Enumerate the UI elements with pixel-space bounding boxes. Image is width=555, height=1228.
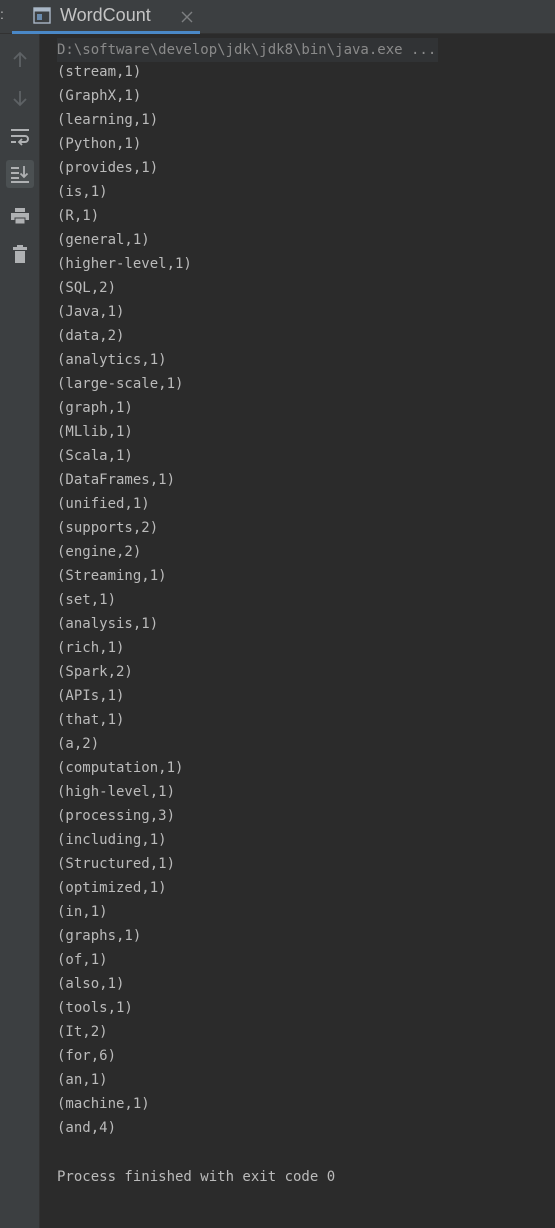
output-line: (MLlib,1) xyxy=(57,424,133,440)
scroll-up-button[interactable] xyxy=(6,46,34,74)
output-line: (learning,1) xyxy=(57,112,159,128)
output-line: (of,1) xyxy=(57,952,108,968)
output-line: (graph,1) xyxy=(57,400,133,416)
output-line: (graphs,1) xyxy=(57,928,142,944)
output-line: (that,1) xyxy=(57,712,125,728)
output-line: (Streaming,1) xyxy=(57,568,167,584)
output-line: (data,2) xyxy=(57,328,125,344)
command-line[interactable]: D:\software\develop\jdk\jdk8\bin\java.ex… xyxy=(57,38,439,62)
output-line: (machine,1) xyxy=(57,1096,150,1112)
output-line: (rich,1) xyxy=(57,640,125,656)
output-line: (in,1) xyxy=(57,904,108,920)
run-tab-bar: : WordCount xyxy=(0,0,555,34)
output-line: (general,1) xyxy=(57,232,150,248)
output-line: (It,2) xyxy=(57,1024,108,1040)
output-line: (also,1) xyxy=(57,976,125,992)
output-line: (Structured,1) xyxy=(57,856,176,872)
output-line: (stream,1) xyxy=(57,64,142,80)
clear-all-button[interactable] xyxy=(6,240,34,268)
output-line: (is,1) xyxy=(57,184,108,200)
output-line: (unified,1) xyxy=(57,496,150,512)
output-line: (R,1) xyxy=(57,208,100,224)
console-window-icon xyxy=(33,7,51,24)
output-line: (engine,2) xyxy=(57,544,142,560)
print-icon xyxy=(10,207,30,225)
clear-all-icon xyxy=(11,244,29,264)
output-line: (APIs,1) xyxy=(57,688,125,704)
run-console-window: : WordCount D:\software\develop\jdk\jdk8… xyxy=(0,0,555,1228)
output-line: (an,1) xyxy=(57,1072,108,1088)
output-line: (optimized,1) xyxy=(57,880,167,896)
output-line: (Java,1) xyxy=(57,304,125,320)
soft-wrap-icon xyxy=(10,128,30,146)
output-line: (computation,1) xyxy=(57,760,184,776)
tab-bar-prefix: : xyxy=(0,6,4,22)
output-line: (analytics,1) xyxy=(57,352,167,368)
close-icon[interactable] xyxy=(180,9,194,23)
output-line: (analysis,1) xyxy=(57,616,159,632)
output-line: (higher-level,1) xyxy=(57,256,192,272)
tab-wordcount[interactable]: WordCount xyxy=(12,0,200,34)
scroll-down-button[interactable] xyxy=(6,84,34,112)
scroll-to-end-button[interactable] xyxy=(6,160,34,188)
output-line: (GraphX,1) xyxy=(57,88,142,104)
scroll-up-icon xyxy=(11,51,29,69)
output-line: (Python,1) xyxy=(57,136,142,152)
output-line: (high-level,1) xyxy=(57,784,176,800)
scroll-to-end-icon xyxy=(10,165,30,183)
output-line: (for,6) xyxy=(57,1048,117,1064)
output-line: (a,2) xyxy=(57,736,100,752)
exit-message: Process finished with exit code 0 xyxy=(57,1169,336,1185)
output-line: (Spark,2) xyxy=(57,664,133,680)
output-line: (tools,1) xyxy=(57,1000,133,1016)
print-button[interactable] xyxy=(6,202,34,230)
output-line: (supports,2) xyxy=(57,520,159,536)
output-line: (Scala,1) xyxy=(57,448,133,464)
console-toolbar xyxy=(0,34,40,1228)
scroll-down-icon xyxy=(11,89,29,107)
soft-wrap-button[interactable] xyxy=(6,123,34,151)
output-line: (set,1) xyxy=(57,592,117,608)
output-lines: (stream,1) (GraphX,1) (learning,1) (Python,… xyxy=(57,60,192,1140)
output-line: (DataFrames,1) xyxy=(57,472,176,488)
output-line: (large-scale,1) xyxy=(57,376,184,392)
output-line: (SQL,2) xyxy=(57,280,117,296)
output-line: (provides,1) xyxy=(57,160,159,176)
output-line: (including,1) xyxy=(57,832,167,848)
output-line: (and,4) xyxy=(57,1120,117,1136)
tab-title: WordCount xyxy=(60,5,151,25)
output-line: (processing,3) xyxy=(57,808,176,824)
